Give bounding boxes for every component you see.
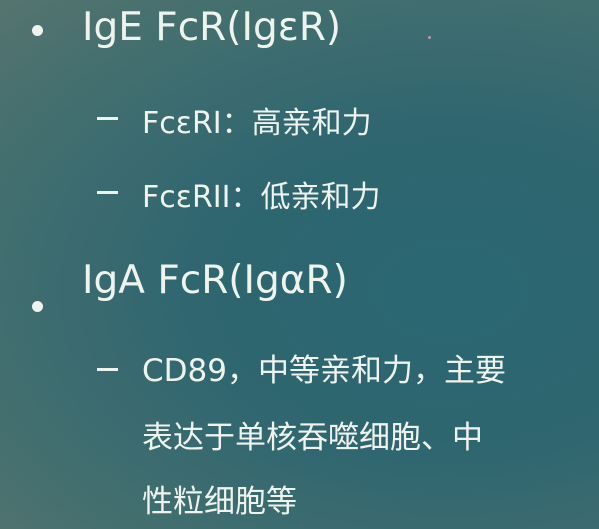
bullet-item-ige-fcr: IgE FcR(IgεR) [82,5,342,50]
dash-icon [97,191,118,194]
dash-icon [97,117,118,120]
dash-icon [97,368,118,371]
bullet-item-iga-fcr: IgA FcR(IgαR) [82,258,348,303]
sub-item-cd89-line1: CD89，中等亲和力，主要 [142,353,506,389]
sub-item-fceri: FcεRI：高亲和力 [142,106,372,141]
sub-item-fcerii: FcεRII：低亲和力 [142,180,381,215]
sub-item-cd89-line2: 表达于单核吞噬细胞、中 [142,420,483,456]
bullet-icon [32,301,43,312]
bullet-icon [32,25,43,36]
laser-pointer-dot [428,36,431,39]
sub-item-cd89-line3: 性粒细胞等 [142,484,297,520]
